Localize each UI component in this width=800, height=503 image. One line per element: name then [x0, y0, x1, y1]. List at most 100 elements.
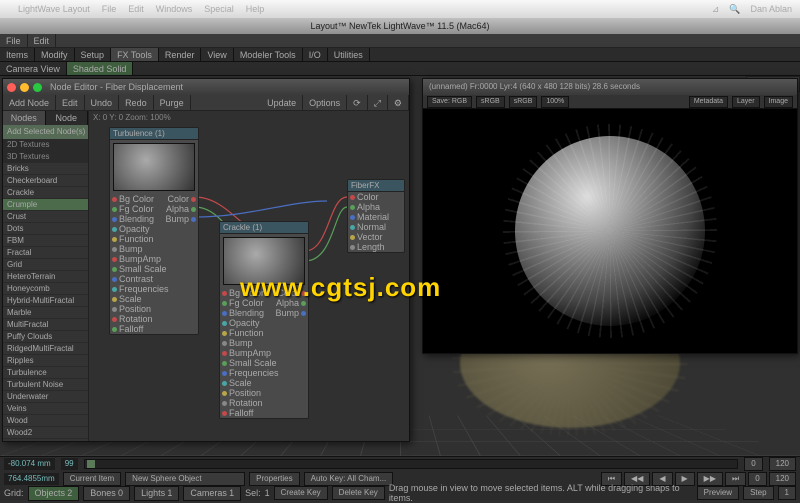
- node-port-row[interactable]: Small Scale: [110, 264, 198, 274]
- list-item[interactable]: Fractal: [3, 247, 88, 259]
- coord-y[interactable]: 99: [61, 458, 78, 470]
- list-item[interactable]: Wood2: [3, 427, 88, 439]
- add-node-button[interactable]: Add Node: [3, 95, 56, 110]
- node-port-row[interactable]: Rotation: [110, 314, 198, 324]
- node-port-row[interactable]: Function: [110, 234, 198, 244]
- node-port-row[interactable]: Rotation: [220, 398, 308, 408]
- list-item[interactable]: Underwater: [3, 391, 88, 403]
- camera-view-dropdown[interactable]: Camera View: [0, 62, 67, 75]
- port-in-icon[interactable]: [112, 237, 117, 242]
- zoom-dropdown[interactable]: 100%: [541, 96, 569, 108]
- objects-tab[interactable]: Objects 2: [28, 486, 80, 501]
- redo-button[interactable]: Redo: [119, 95, 154, 110]
- port-in-icon[interactable]: [222, 301, 227, 306]
- mac-menu-edit[interactable]: Edit: [128, 4, 144, 14]
- spotlight-icon[interactable]: 🔍: [729, 4, 740, 15]
- node-editor-titlebar[interactable]: Node Editor - Fiber Displacement: [3, 79, 409, 95]
- port-out-icon[interactable]: [191, 207, 196, 212]
- tab-modelertools[interactable]: Modeler Tools: [234, 48, 303, 61]
- port-in-icon[interactable]: [222, 351, 227, 356]
- port-in-icon[interactable]: [112, 277, 117, 282]
- port-in-icon[interactable]: [222, 411, 227, 416]
- port-in-icon[interactable]: [112, 217, 117, 222]
- create-key-button[interactable]: Create Key: [274, 486, 328, 500]
- node-port-row[interactable]: Color: [348, 192, 404, 202]
- tab-fxtools[interactable]: FX Tools: [111, 48, 159, 61]
- tool-icon[interactable]: ⟳: [347, 95, 368, 110]
- node-port-row[interactable]: Opacity: [220, 318, 308, 328]
- node-port-row[interactable]: Length: [348, 242, 404, 252]
- mac-app[interactable]: LightWave Layout: [18, 4, 90, 14]
- port-in-icon[interactable]: [350, 225, 355, 230]
- port-in-icon[interactable]: [222, 341, 227, 346]
- port-in-icon[interactable]: [222, 291, 227, 296]
- list-item[interactable]: RidgedMultiFractal: [3, 343, 88, 355]
- list-item[interactable]: Crumple: [3, 199, 88, 211]
- nodes-tab[interactable]: Nodes: [3, 111, 46, 125]
- coord-x[interactable]: -80.074 mm: [4, 458, 55, 470]
- edit-menu[interactable]: Edit: [28, 34, 57, 47]
- timeline-end[interactable]: 120: [769, 457, 796, 471]
- play-next-icon[interactable]: ▶▶: [697, 472, 723, 486]
- tab-items[interactable]: Items: [0, 48, 35, 61]
- render-image[interactable]: [423, 109, 797, 353]
- coord-z[interactable]: 764.4855mm: [4, 473, 59, 485]
- node-turbulence[interactable]: Turbulence (1) Bg ColorColorFg ColorAlph…: [109, 127, 199, 335]
- node-port-row[interactable]: Small Scale: [220, 358, 308, 368]
- node-port-row[interactable]: Scale: [110, 294, 198, 304]
- port-in-icon[interactable]: [222, 361, 227, 366]
- list-item[interactable]: Veins: [3, 403, 88, 415]
- list-item[interactable]: HeteroTerrain: [3, 271, 88, 283]
- nodeflow-tab[interactable]: Node Flow: [46, 111, 89, 125]
- tab-utilities[interactable]: Utilities: [328, 48, 370, 61]
- list-item[interactable]: Marble: [3, 307, 88, 319]
- add-selected-button[interactable]: Add Selected Node(s): [3, 125, 88, 139]
- node-port-row[interactable]: Bg ColorColor: [110, 194, 198, 204]
- list-item[interactable]: Turbulent Noise: [3, 379, 88, 391]
- user-name[interactable]: Dan Ablan: [750, 4, 792, 14]
- play-last-icon[interactable]: ⏭: [725, 472, 746, 486]
- node-port-row[interactable]: BumpAmp: [220, 348, 308, 358]
- zoom-icon[interactable]: [33, 83, 42, 92]
- node-port-row[interactable]: Falloff: [220, 408, 308, 418]
- node-port-row[interactable]: Scale: [220, 378, 308, 388]
- bones-tab[interactable]: Bones 0: [83, 486, 130, 501]
- tab-io[interactable]: I/O: [303, 48, 328, 61]
- node-port-row[interactable]: Falloff: [110, 324, 198, 334]
- port-in-icon[interactable]: [112, 297, 117, 302]
- list-item[interactable]: Honeycomb: [3, 283, 88, 295]
- shaded-dropdown[interactable]: Shaded Solid: [67, 62, 134, 75]
- node-port-row[interactable]: BlendingBump: [110, 214, 198, 224]
- list-item[interactable]: Ripples: [3, 355, 88, 367]
- node-port-row[interactable]: Function: [220, 328, 308, 338]
- timeline-playhead[interactable]: [87, 460, 95, 468]
- current-item-dropdown[interactable]: New Sphere Object: [125, 472, 245, 486]
- save-rgb-button[interactable]: Save: RGB: [427, 96, 472, 108]
- node-port-row[interactable]: Bump: [110, 244, 198, 254]
- mac-menu-help[interactable]: Help: [246, 4, 265, 14]
- tab-render[interactable]: Render: [159, 48, 202, 61]
- node-crackle[interactable]: Crackle (1) Bg ColorColorFg ColorAlphaBl…: [219, 221, 309, 419]
- list-item[interactable]: FBM: [3, 235, 88, 247]
- port-in-icon[interactable]: [112, 197, 117, 202]
- node-canvas[interactable]: X: 0 Y: 0 Zoom: 100% Turbulence (1) Bg C…: [89, 111, 409, 441]
- port-in-icon[interactable]: [222, 311, 227, 316]
- port-in-icon[interactable]: [112, 247, 117, 252]
- node-port-row[interactable]: Fg ColorAlpha: [110, 204, 198, 214]
- port-in-icon[interactable]: [350, 205, 355, 210]
- list-item[interactable]: Checkerboard: [3, 175, 88, 187]
- port-in-icon[interactable]: [112, 207, 117, 212]
- step-value[interactable]: 1: [778, 486, 796, 500]
- render-title[interactable]: (unnamed) Fr:0000 Lyr:4 (640 x 480 128 b…: [423, 79, 797, 95]
- delete-key-button[interactable]: Delete Key: [332, 486, 385, 500]
- properties-button[interactable]: Properties: [249, 472, 299, 486]
- minimize-icon[interactable]: [20, 83, 29, 92]
- port-in-icon[interactable]: [350, 215, 355, 220]
- lights-tab[interactable]: Lights 1: [134, 486, 179, 501]
- port-in-icon[interactable]: [222, 391, 227, 396]
- edit-button[interactable]: Edit: [56, 95, 85, 110]
- tab-modify[interactable]: Modify: [35, 48, 75, 61]
- list-item[interactable]: Bricks: [3, 163, 88, 175]
- timeline[interactable]: [84, 459, 739, 469]
- node-port-row[interactable]: Alpha: [348, 202, 404, 212]
